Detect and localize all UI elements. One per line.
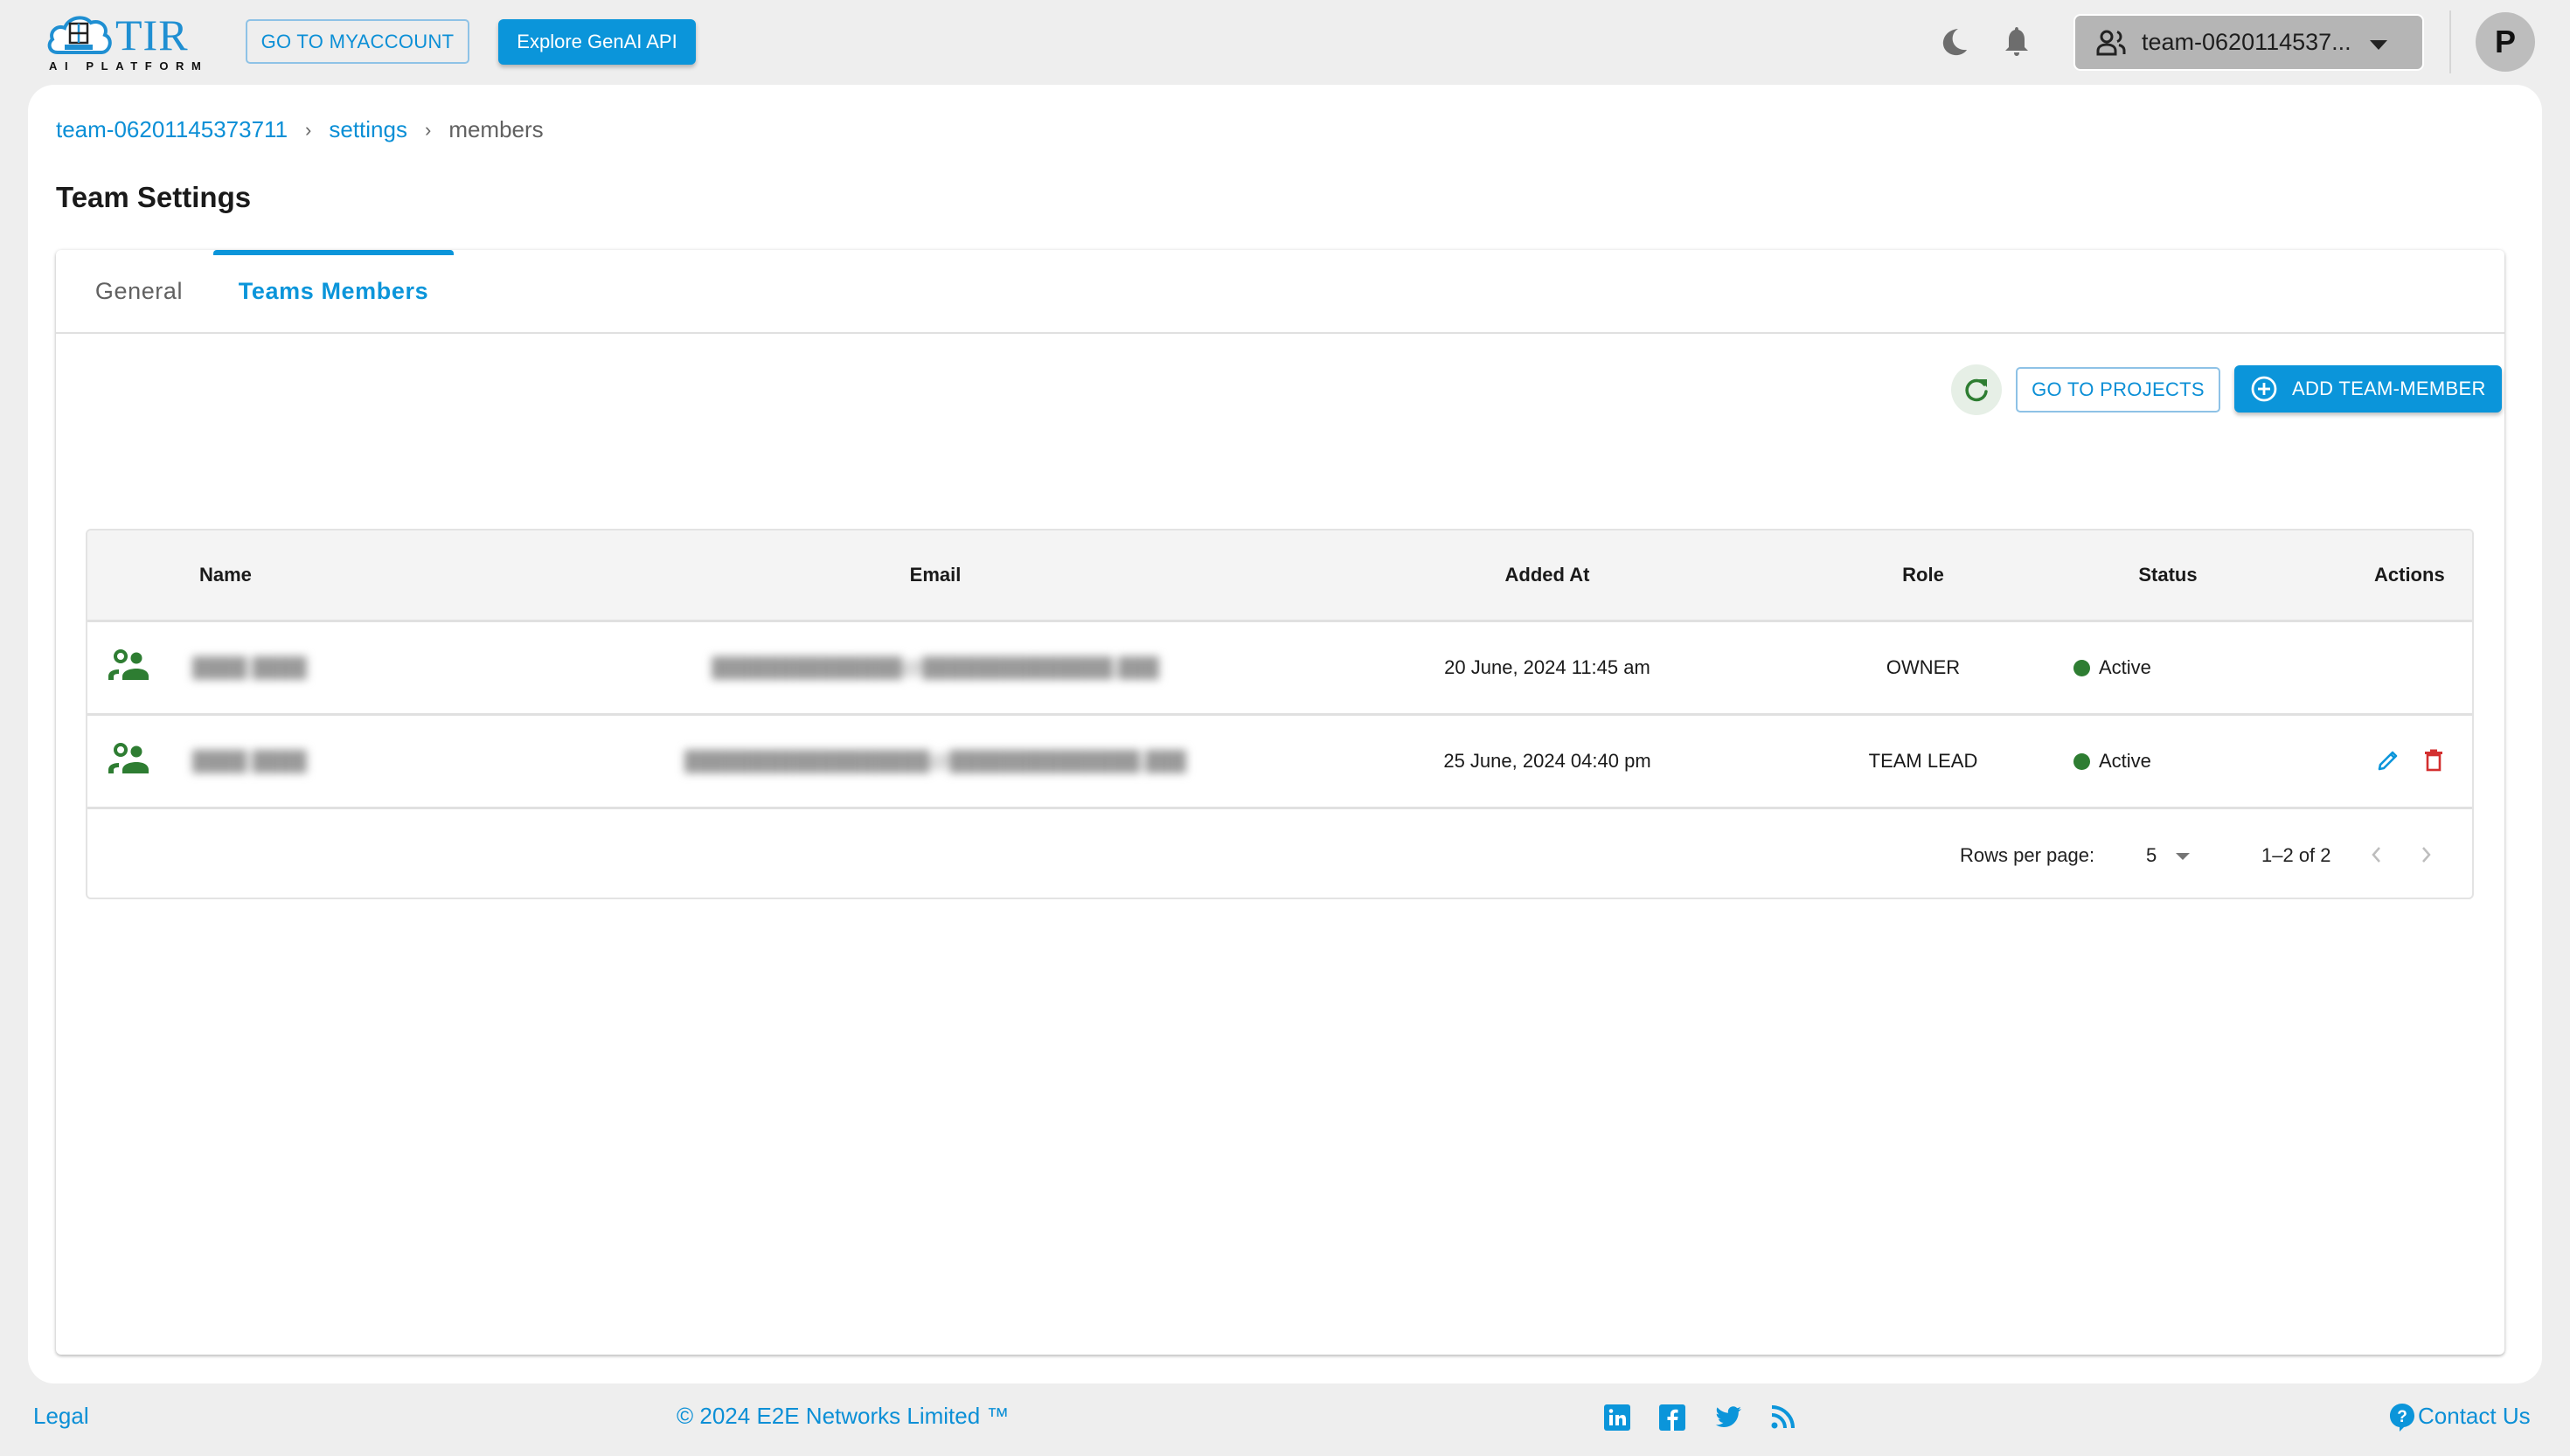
table-pagination: Rows per page: 5 1–2 of 2 (87, 809, 2472, 898)
table-header: Name Email Added At Role Status Actions (87, 530, 2472, 622)
member-role: TEAM LEAD (1868, 750, 1978, 772)
previous-page-button[interactable] (2362, 841, 2390, 869)
cloud-logo-icon (47, 16, 112, 54)
pagination-range: 1–2 of 2 (2261, 843, 2331, 866)
avatar[interactable]: P (2476, 12, 2535, 72)
copyright-text: © 2024 E2E Networks Limited ™ (677, 1403, 1010, 1429)
top-bar: TIR AI PLATFORM GO TO MYACCOUNT Explore … (0, 0, 2570, 85)
plus-circle-icon (2251, 376, 2277, 402)
tab-general[interactable]: General (56, 250, 213, 332)
column-header-role[interactable]: Role (1836, 530, 2011, 620)
people-icon (2096, 30, 2126, 55)
bell-icon[interactable] (2001, 26, 2032, 58)
column-header-email[interactable]: Email (787, 530, 1084, 620)
member-added-at: 20 June, 2024 11:45 am (1444, 656, 1650, 678)
member-email: ██████████████████@██████████████.███ (684, 750, 1186, 772)
table-row: ████ ████ ██████████████████@███████████… (87, 716, 2472, 809)
page-title: Team Settings (56, 181, 252, 213)
rows-per-page-select[interactable]: 5 (2146, 809, 2157, 898)
logo-title: TIR (115, 10, 189, 59)
twitter-icon[interactable] (1713, 1403, 1743, 1432)
svg-text:?: ? (2397, 1408, 2407, 1426)
contact-us-link[interactable]: Contact Us (2418, 1403, 2531, 1430)
user-group-icon (108, 649, 149, 680)
breadcrumb: team-06201145373711 › settings › members (56, 116, 544, 143)
legal-link[interactable]: Legal (33, 1403, 89, 1430)
status-label: Active (2099, 656, 2151, 678)
tir-logo[interactable]: TIR AI PLATFORM (45, 10, 207, 73)
member-role: OWNER (1886, 656, 1961, 678)
member-added-at: 25 June, 2024 04:40 pm (1443, 750, 1651, 772)
help-icon[interactable]: ? (2387, 1403, 2417, 1432)
go-to-projects-button[interactable]: GO TO PROJECTS (2016, 367, 2220, 413)
breadcrumb-separator: › (424, 118, 432, 141)
rss-icon[interactable] (1768, 1403, 1797, 1432)
edit-icon[interactable] (2375, 747, 2401, 773)
header-divider (2449, 10, 2451, 73)
user-group-icon (108, 743, 149, 773)
member-status: Active (2073, 622, 2151, 713)
add-team-member-button[interactable]: ADD TEAM-MEMBER (2234, 365, 2502, 413)
team-settings-card: General Teams Members GO TO PROJECTS ADD… (56, 250, 2504, 1355)
linkedin-icon[interactable] (1602, 1403, 1632, 1432)
rows-per-page-label: Rows per page: (1960, 843, 2095, 866)
member-name: ████ ████ (192, 750, 307, 772)
members-table: Name Email Added At Role Status Actions … (86, 529, 2474, 899)
breadcrumb-settings[interactable]: settings (329, 116, 407, 143)
chevron-down-icon[interactable] (2176, 853, 2190, 860)
status-label: Active (2099, 750, 2151, 772)
explore-genai-api-button[interactable]: Explore GenAI API (498, 19, 696, 65)
refresh-icon (1965, 378, 1988, 402)
column-header-actions: Actions (2374, 564, 2445, 586)
column-header-status[interactable]: Status (2080, 530, 2255, 620)
team-select-value: team-0620114537... (2142, 29, 2351, 55)
tab-bar: General Teams Members (56, 250, 2504, 334)
team-select[interactable]: team-0620114537... (2073, 14, 2424, 71)
go-to-myaccount-button[interactable]: GO TO MYACCOUNT (246, 19, 469, 64)
breadcrumb-team[interactable]: team-06201145373711 (56, 116, 288, 143)
footer: Legal © 2024 E2E Networks Limited ™ ? Co… (0, 1383, 2570, 1456)
refresh-button[interactable] (1951, 364, 2002, 415)
chevron-down-icon (2370, 40, 2387, 50)
status-active-dot (2073, 659, 2090, 676)
breadcrumb-members: members (448, 116, 544, 142)
member-email: ██████████████@██████████████.███ (712, 656, 1159, 678)
logo-subtitle: AI PLATFORM (49, 59, 209, 73)
breadcrumb-separator: › (305, 118, 312, 141)
column-header-name[interactable]: Name (199, 530, 252, 620)
tab-teams-members[interactable]: Teams Members (213, 250, 454, 332)
member-status: Active (2073, 716, 2151, 807)
moon-icon[interactable] (1939, 26, 1970, 58)
next-page-button[interactable] (2413, 841, 2441, 869)
delete-icon[interactable] (2421, 747, 2447, 773)
main-content: team-06201145373711 › settings › members… (28, 85, 2542, 1383)
add-team-member-label: ADD TEAM-MEMBER (2292, 378, 2486, 399)
member-name: ████ ████ (192, 656, 307, 678)
facebook-icon[interactable] (1657, 1403, 1687, 1432)
status-active-dot (2073, 752, 2090, 770)
table-row: ████ ████ ██████████████@██████████████.… (87, 622, 2472, 716)
column-header-added-at[interactable]: Added At (1416, 530, 1678, 620)
